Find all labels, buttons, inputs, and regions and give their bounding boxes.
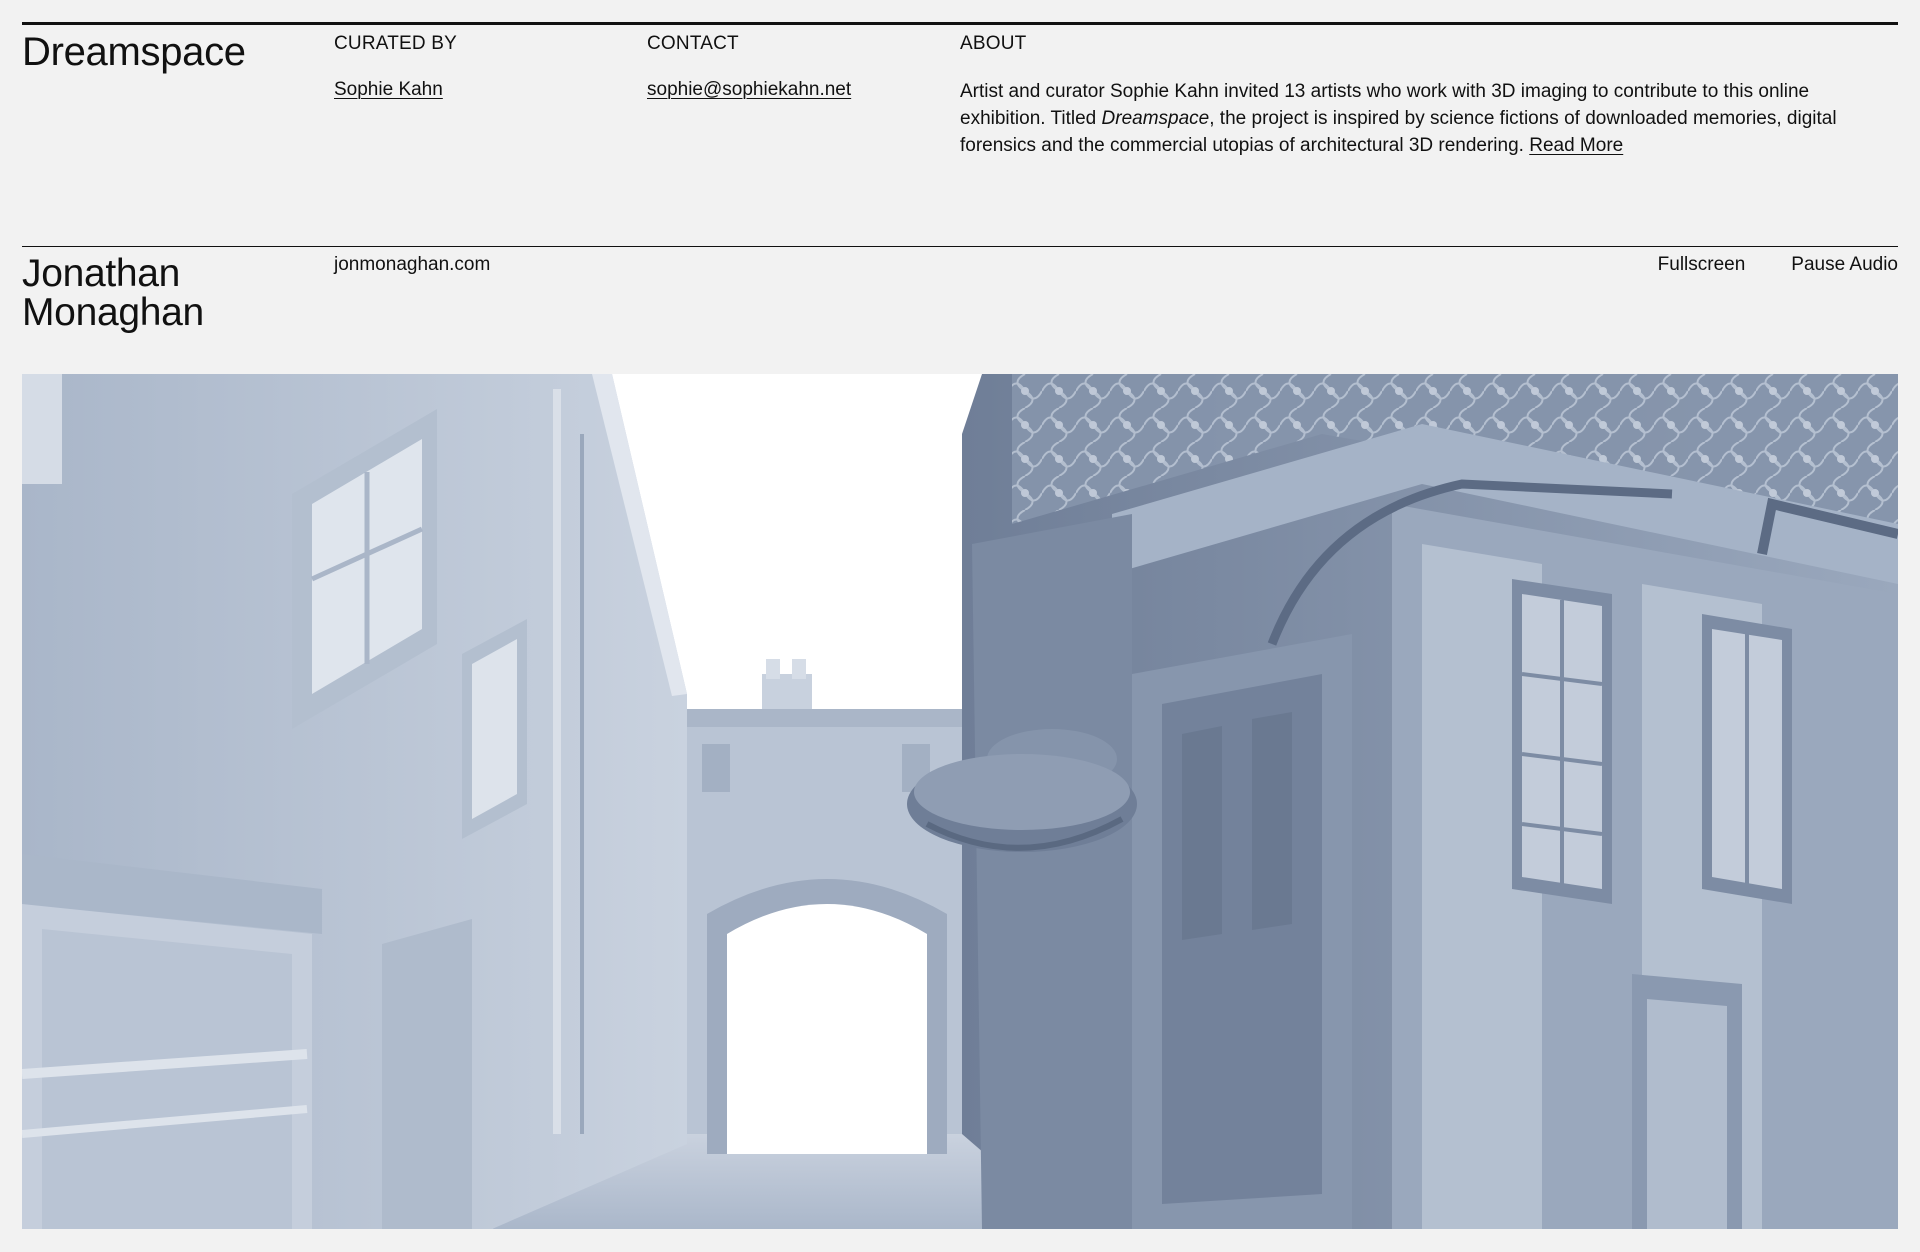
about-title-italic: Dreamspace	[1101, 108, 1210, 129]
3d-street-render	[22, 374, 1898, 1229]
site-title[interactable]: Dreamspace	[22, 28, 246, 76]
viewer-controls: Fullscreen Pause Audio	[1658, 253, 1898, 277]
pause-audio-button[interactable]: Pause Audio	[1791, 253, 1898, 277]
distant-bridge-building	[672, 659, 987, 1154]
contact-email-link[interactable]: sophie@sophiekahn.net	[647, 78, 851, 102]
about-description: Artist and curator Sophie Kahn invited 1…	[960, 78, 1880, 159]
curator-link[interactable]: Sophie Kahn	[334, 78, 457, 102]
section-divider	[22, 246, 1898, 247]
fullscreen-button[interactable]: Fullscreen	[1658, 253, 1746, 277]
about-label: ABOUT	[960, 33, 1027, 54]
contact-column: CONTACT sophie@sophiekahn.net	[647, 32, 851, 102]
left-building	[22, 374, 687, 1229]
read-more-link[interactable]: Read More	[1529, 135, 1623, 156]
3d-scene-viewport[interactable]	[22, 374, 1898, 1229]
curated-by-column: CURATED BY Sophie Kahn	[334, 32, 457, 102]
artist-name: Jonathan Monaghan	[22, 254, 302, 332]
header-top-rule	[22, 22, 1898, 25]
artist-name-last: Monaghan	[22, 291, 204, 334]
contact-label: CONTACT	[647, 33, 739, 54]
artist-name-first: Jonathan	[22, 252, 181, 295]
about-column: ABOUT Artist and curator Sophie Kahn inv…	[960, 32, 1880, 159]
artist-website-link[interactable]: jonmonaghan.com	[334, 253, 490, 277]
curated-by-label: CURATED BY	[334, 33, 458, 54]
